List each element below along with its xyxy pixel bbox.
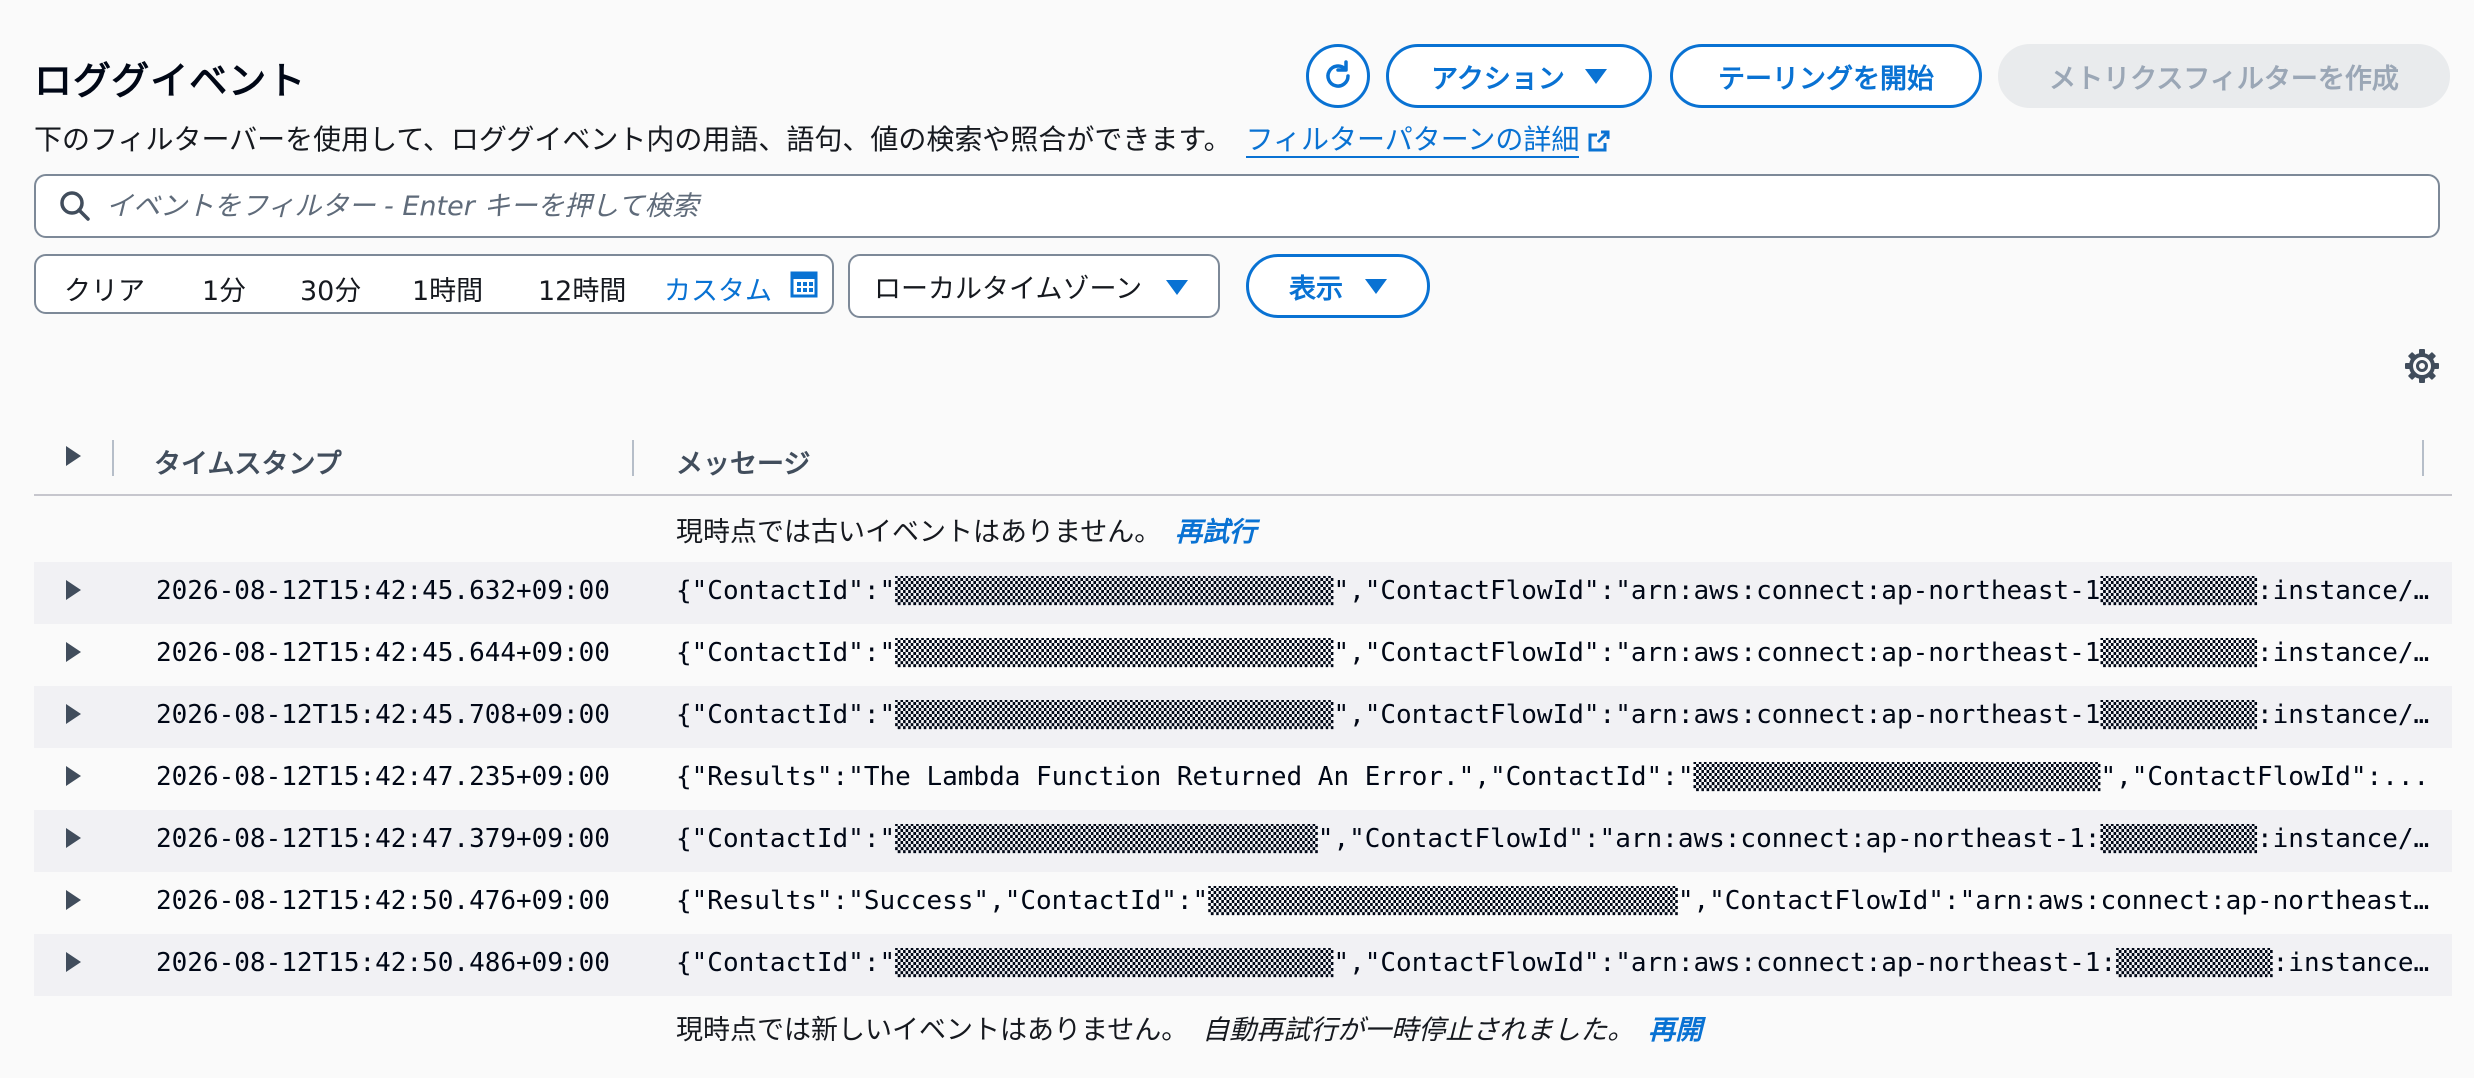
search-input[interactable]	[106, 190, 2306, 222]
row-timestamp: 2026-08-12T15:42:47.235+09:00	[156, 762, 610, 792]
row-message: {"ContactId":"▒▒▒▒▒▒▒▒▒▒▒▒▒▒▒▒▒▒▒▒▒▒▒▒▒▒…	[676, 948, 2442, 978]
refresh-button[interactable]	[1306, 44, 1370, 108]
page-title: ロググイベント	[34, 59, 307, 103]
row-timestamp: 2026-08-12T15:42:45.644+09:00	[156, 638, 610, 668]
expand-row-icon[interactable]	[66, 890, 81, 910]
resume-link[interactable]: 再開	[1648, 1015, 1702, 1046]
column-header-timestamp[interactable]: タイムスタンプ	[154, 442, 342, 481]
row-message: {"Results":"The Lambda Function Returned…	[676, 762, 2430, 792]
expand-row-icon[interactable]	[66, 704, 81, 724]
row-message: {"Results":"Success","ContactId":"▒▒▒▒▒▒…	[676, 886, 2442, 916]
gear-icon[interactable]	[2404, 348, 2440, 384]
table-row[interactable]: 2026-08-12T15:42:50.476+09:00 {"Results"…	[34, 872, 2452, 934]
row-timestamp: 2026-08-12T15:42:47.379+09:00	[156, 824, 610, 854]
external-link-icon[interactable]	[1587, 129, 1611, 153]
display-dropdown-button[interactable]: 表示	[1246, 254, 1430, 318]
row-message: {"ContactId":"▒▒▒▒▒▒▒▒▒▒▒▒▒▒▒▒▒▒▒▒▒▒▒▒▒▒…	[676, 700, 2442, 730]
time-range-1m[interactable]: 1分	[202, 269, 246, 308]
table-header: タイムスタンプ メッセージ	[34, 436, 2452, 496]
auto-retry-paused-text: 自動再試行が一時停止されました。	[1202, 1015, 1635, 1046]
row-timestamp: 2026-08-12T15:42:50.476+09:00	[156, 886, 610, 916]
filter-pattern-link-label: フィルターパターンの詳細	[1245, 123, 1580, 156]
time-range-1h[interactable]: 1時間	[412, 269, 483, 308]
description-text: 下のフィルターバーを使用して、ロググイベント内の用語、語句、値の検索や照合ができ…	[34, 123, 1232, 156]
table-row[interactable]: 2026-08-12T15:42:45.708+09:00 {"ContactI…	[34, 686, 2452, 748]
start-tailing-label: テーリングを開始	[1718, 63, 1934, 95]
row-message: {"ContactId":"▒▒▒▒▒▒▒▒▒▒▒▒▒▒▒▒▒▒▒▒▒▒▒▒▒▒…	[676, 576, 2442, 606]
actions-dropdown-button[interactable]: アクション	[1386, 44, 1652, 108]
page-description: 下のフィルターバーを使用して、ロググイベント内の用語、語句、値の検索や照合ができ…	[34, 118, 1611, 158]
timezone-value: ローカルタイムゾーン	[874, 273, 1143, 305]
expand-row-icon[interactable]	[66, 952, 81, 972]
expand-row-icon[interactable]	[66, 828, 81, 848]
no-older-events-status: 現時点では古いイベントはありません。 再試行	[676, 510, 1256, 549]
create-metric-filter-label: メトリクスフィルターを作成	[2049, 63, 2399, 95]
expand-all-icon[interactable]	[66, 446, 81, 466]
no-newer-events-status: 現時点では新しいイベントはありません。 自動再試行が一時停止されました。 再開	[676, 1008, 1702, 1047]
no-older-text: 現時点では古いイベントはありません。	[676, 517, 1162, 548]
caret-down-icon	[1365, 278, 1387, 294]
time-range-custom[interactable]: カスタム	[664, 269, 772, 308]
timezone-select[interactable]: ローカルタイムゾーン	[848, 254, 1220, 318]
start-tailing-button[interactable]: テーリングを開始	[1670, 44, 1982, 108]
time-range-12h[interactable]: 12時間	[538, 269, 626, 308]
time-range-clear[interactable]: クリア	[64, 269, 145, 308]
row-message: {"ContactId":"▒▒▒▒▒▒▒▒▒▒▒▒▒▒▒▒▒▒▒▒▒▒▒▒▒▒…	[676, 824, 2442, 854]
row-timestamp: 2026-08-12T15:42:50.486+09:00	[156, 948, 610, 978]
calendar-icon[interactable]	[790, 270, 818, 298]
table-row[interactable]: 2026-08-12T15:42:50.486+09:00 {"ContactI…	[34, 934, 2452, 996]
row-timestamp: 2026-08-12T15:42:45.708+09:00	[156, 700, 610, 730]
caret-down-icon	[1584, 68, 1607, 84]
row-timestamp: 2026-08-12T15:42:45.632+09:00	[156, 576, 610, 606]
expand-row-icon[interactable]	[66, 580, 81, 600]
filter-pattern-link[interactable]: フィルターパターンの詳細	[1245, 123, 1580, 158]
event-filter-search[interactable]	[34, 174, 2440, 238]
no-newer-text: 現時点では新しいイベントはありません。	[676, 1015, 1189, 1046]
caret-down-icon	[1166, 280, 1188, 295]
retry-link[interactable]: 再試行	[1175, 517, 1256, 548]
table-row[interactable]: 2026-08-12T15:42:47.235+09:00 {"Results"…	[34, 748, 2452, 810]
table-row[interactable]: 2026-08-12T15:42:47.379+09:00 {"ContactI…	[34, 810, 2452, 872]
time-range-selector[interactable]: クリア 1分 30分 1時間 12時間 カスタム	[34, 254, 834, 314]
expand-row-icon[interactable]	[66, 766, 81, 786]
column-divider[interactable]	[632, 440, 634, 476]
display-label: 表示	[1289, 273, 1343, 305]
row-message: {"ContactId":"▒▒▒▒▒▒▒▒▒▒▒▒▒▒▒▒▒▒▒▒▒▒▒▒▒▒…	[676, 638, 2442, 668]
actions-label: アクション	[1431, 63, 1565, 95]
create-metric-filter-button[interactable]: メトリクスフィルターを作成	[1998, 44, 2450, 108]
expand-row-icon[interactable]	[66, 642, 81, 662]
table-row[interactable]: 2026-08-12T15:42:45.644+09:00 {"ContactI…	[34, 624, 2452, 686]
refresh-icon	[1326, 60, 1350, 88]
column-divider[interactable]	[112, 440, 114, 476]
search-icon	[60, 191, 90, 221]
column-header-message[interactable]: メッセージ	[676, 442, 810, 481]
time-range-30m[interactable]: 30分	[300, 269, 361, 308]
table-row[interactable]: 2026-08-12T15:42:45.632+09:00 {"ContactI…	[34, 562, 2452, 624]
column-divider[interactable]	[2422, 440, 2424, 476]
